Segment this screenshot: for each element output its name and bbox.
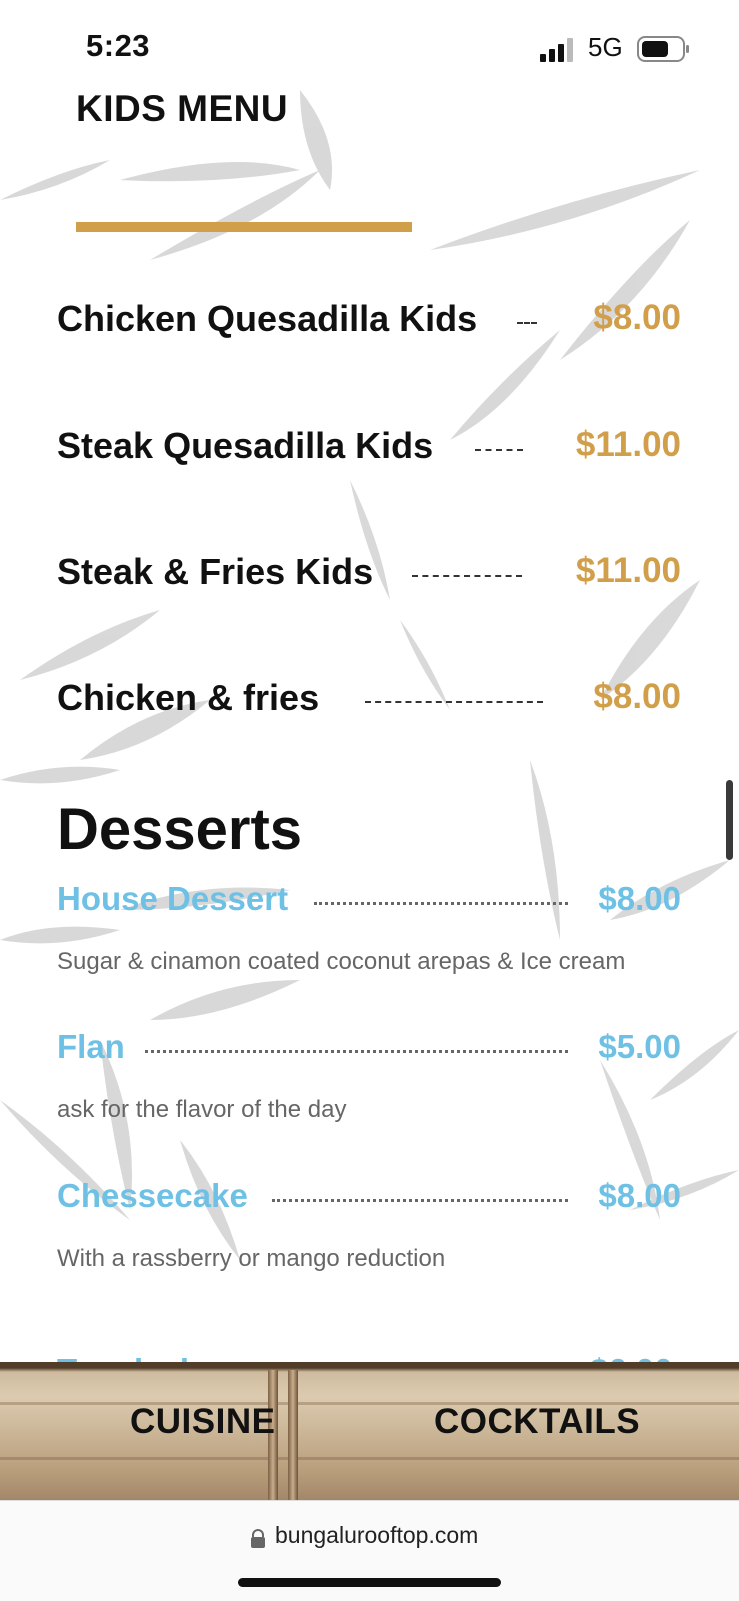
dessert-price: $8.00 [598, 880, 681, 917]
battery-icon [637, 36, 689, 62]
dessert-item: House Dessert $8.00 Sugar & cinamon coat… [57, 880, 681, 975]
item-price: $8.00 [593, 677, 681, 716]
kids-menu-title: KIDS MENU [76, 88, 289, 129]
dessert-name: House Dessert [57, 880, 289, 917]
item-name: Steak Quesadilla Kids [57, 425, 434, 466]
item-name: Chicken Quesadilla Kids [57, 298, 478, 339]
dessert-name: Flan [57, 1028, 125, 1065]
bamboo-node [288, 1370, 298, 1500]
url-text[interactable]: bungalurooftop.com [275, 1522, 478, 1549]
dash-leader [475, 449, 523, 451]
dessert-name: Chessecake [57, 1177, 248, 1214]
dessert-description: With a rassberry or mango reduction [57, 1245, 446, 1272]
cuisine-nav-button[interactable]: CUISINE [130, 1402, 275, 1442]
item-name: Chicken & fries [57, 677, 320, 718]
dot-leader [272, 1199, 568, 1202]
dessert-item: Flan $5.00 ask for the flavor of the day [57, 1028, 681, 1123]
bottom-nav-bar: CUISINE COCKTAILS [0, 1362, 739, 1506]
bamboo-grain [0, 1457, 739, 1460]
dash-leader [517, 322, 537, 324]
dessert-price: $5.00 [598, 1028, 681, 1065]
item-name: Steak & Fries Kids [57, 551, 374, 592]
kids-menu-item: Chicken Quesadilla Kids $8.00 [57, 298, 681, 348]
title-underline [76, 222, 412, 232]
item-price: $8.00 [593, 298, 681, 337]
dessert-price: $8.00 [598, 1177, 681, 1214]
item-price: $11.00 [575, 551, 681, 590]
desserts-title: Desserts [57, 797, 303, 862]
browser-address-bar[interactable]: bungalurooftop.com [0, 1500, 739, 1601]
network-type: 5G [588, 32, 623, 62]
dash-leader [412, 575, 522, 577]
dot-leader [145, 1050, 568, 1053]
dash-leader [365, 701, 543, 703]
lock-icon [251, 1529, 265, 1548]
dessert-item: Chessecake $8.00 With a rassberry or man… [57, 1177, 681, 1272]
dessert-description: Sugar & cinamon coated coconut arepas & … [57, 948, 626, 975]
kids-menu-item: Steak Quesadilla Kids $11.00 [57, 425, 681, 475]
kids-menu-item: Chicken & fries $8.00 [57, 677, 681, 727]
scrollbar-thumb[interactable] [726, 780, 733, 860]
home-indicator[interactable] [238, 1578, 501, 1587]
status-time: 5:23 [86, 28, 151, 63]
dessert-description: ask for the flavor of the day [57, 1096, 347, 1123]
menu-content: KIDS MENU Chicken Quesadilla Kids $8.00 … [0, 0, 739, 1389]
cocktails-nav-button[interactable]: COCKTAILS [434, 1402, 640, 1442]
status-bar: 5:23 5G [0, 0, 739, 90]
cellular-signal-icon [540, 38, 573, 62]
dot-leader [314, 902, 568, 905]
item-price: $11.00 [575, 425, 681, 464]
kids-menu-item: Steak & Fries Kids $11.00 [57, 551, 681, 601]
